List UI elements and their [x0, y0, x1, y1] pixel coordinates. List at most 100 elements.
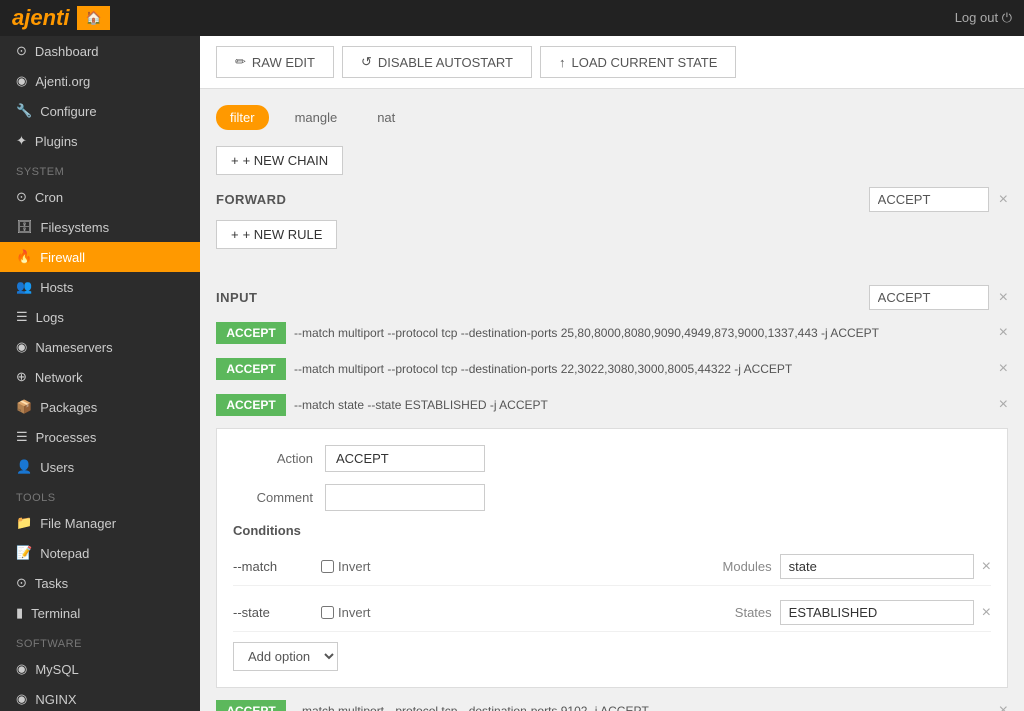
nameservers-icon: ◉ [16, 339, 27, 355]
brand: ajenti 🏠 [12, 5, 110, 31]
mysql-icon: ◉ [16, 661, 27, 677]
table-row: ACCEPT --match multiport --protocol tcp … [216, 354, 1008, 384]
sidebar-item-nginx[interactable]: ◉ NGINX [0, 684, 200, 711]
condition-match-right: Modules × [723, 554, 991, 579]
forward-chain-header: FORWARD × [216, 187, 1008, 212]
add-option-row: Add option [233, 642, 991, 671]
condition-match-name: --match [233, 559, 313, 574]
rule-action-badge[interactable]: ACCEPT [216, 322, 286, 344]
sidebar-item-label: Packages [40, 400, 97, 415]
sidebar-item-packages[interactable]: 📦 Packages [0, 392, 200, 422]
state-invert-checkbox[interactable] [321, 606, 334, 619]
raw-edit-button[interactable]: ✏ RAW EDIT [216, 46, 334, 78]
input-chain-close-icon[interactable]: × [999, 289, 1008, 307]
sidebar-item-file-manager[interactable]: 📁 File Manager [0, 508, 200, 538]
forward-chain-policy: × [869, 187, 1008, 212]
sidebar-item-label: Terminal [31, 606, 80, 621]
input-chain-policy: × [869, 285, 1008, 310]
sidebar-item-processes[interactable]: ☰ Processes [0, 422, 200, 452]
users-icon: 👤 [16, 459, 32, 475]
sidebar-item-label: Network [35, 370, 83, 385]
new-rule-button[interactable]: + + NEW RULE [216, 220, 337, 249]
firewall-icon: 🔥 [16, 249, 32, 265]
processes-icon: ☰ [16, 429, 28, 445]
rule-detail-panel: Action Comment Conditions --match Invert [216, 428, 1008, 688]
match-condition-close-icon[interactable]: × [982, 558, 991, 576]
match-invert-check: Invert [321, 559, 371, 574]
sidebar-item-dashboard[interactable]: ⊙ Dashboard [0, 36, 200, 66]
rule-action-badge[interactable]: ACCEPT [216, 358, 286, 380]
sidebar-item-cron[interactable]: ⊙ Cron [0, 182, 200, 212]
sidebar-item-logs[interactable]: ☰ Logs [0, 302, 200, 332]
input-policy-input[interactable] [869, 285, 989, 310]
sidebar-item-ajenti-org[interactable]: ◉ Ajenti.org [0, 66, 200, 96]
sidebar-item-label: Firewall [40, 250, 85, 265]
conditions-title: Conditions [233, 523, 991, 538]
sidebar-item-configure[interactable]: 🔧 Configure [0, 96, 200, 126]
sidebar-item-network[interactable]: ⊕ Network [0, 362, 200, 392]
packages-icon: 📦 [16, 399, 32, 415]
cron-icon: ⊙ [16, 189, 27, 205]
sidebar-item-users[interactable]: 👤 Users [0, 452, 200, 482]
content-area: filter mangle nat + + NEW CHAIN FORWARD [200, 89, 1024, 711]
forward-policy-input[interactable] [869, 187, 989, 212]
sidebar-item-label: Plugins [35, 134, 78, 149]
sidebar-item-mysql[interactable]: ◉ MySQL [0, 654, 200, 684]
rule-action-badge[interactable]: ACCEPT [216, 394, 286, 416]
new-chain-button[interactable]: + + NEW CHAIN [216, 146, 343, 175]
plus-icon: + [231, 153, 239, 168]
sidebar-item-nameservers[interactable]: ◉ Nameservers [0, 332, 200, 362]
nginx-icon: ◉ [16, 691, 27, 707]
sidebar-item-notepad[interactable]: 📝 Notepad [0, 538, 200, 568]
state-invert-check: Invert [321, 605, 371, 620]
logo: ajenti [12, 5, 69, 31]
table-row: ACCEPT --match multiport --protocol tcp … [216, 696, 1008, 711]
tasks-icon: ⊙ [16, 575, 27, 591]
rule-close-icon[interactable]: × [999, 396, 1008, 414]
tab-mangle[interactable]: mangle [281, 105, 352, 130]
topbar: ajenti 🏠 Log out ⏻ [0, 0, 1024, 36]
sidebar-item-label: Hosts [40, 280, 73, 295]
sidebar-item-plugins[interactable]: ✦ Plugins [0, 126, 200, 156]
configure-icon: 🔧 [16, 103, 32, 119]
state-condition-close-icon[interactable]: × [982, 604, 991, 622]
tab-nat[interactable]: nat [363, 105, 409, 130]
sidebar-item-label: Dashboard [35, 44, 99, 59]
sidebar-item-label: Nameservers [35, 340, 112, 355]
rule-close-icon[interactable]: × [999, 702, 1008, 711]
states-input[interactable] [780, 600, 974, 625]
modules-input[interactable] [780, 554, 974, 579]
rule-action-badge[interactable]: ACCEPT [216, 700, 286, 711]
comment-row: Comment [233, 484, 991, 511]
action-label: Action [233, 451, 313, 466]
sidebar-item-hosts[interactable]: 👥 Hosts [0, 272, 200, 302]
action-input[interactable] [325, 445, 485, 472]
add-option-select[interactable]: Add option [233, 642, 338, 671]
rule-close-icon[interactable]: × [999, 360, 1008, 378]
sidebar-item-label: Users [40, 460, 74, 475]
toolbar: ✏ RAW EDIT ↺ DISABLE AUTOSTART ↑ LOAD CU… [200, 36, 1024, 89]
match-invert-checkbox[interactable] [321, 560, 334, 573]
notepad-icon: 📝 [16, 545, 32, 561]
table-row: ACCEPT --match multiport --protocol tcp … [216, 318, 1008, 348]
comment-input[interactable] [325, 484, 485, 511]
disable-autostart-button[interactable]: ↺ DISABLE AUTOSTART [342, 46, 532, 78]
load-current-state-button[interactable]: ↑ LOAD CURRENT STATE [540, 46, 736, 78]
sidebar-item-tasks[interactable]: ⊙ Tasks [0, 568, 200, 598]
network-icon: ⊕ [16, 369, 27, 385]
ajenti-org-icon: ◉ [16, 73, 27, 89]
forward-chain-close-icon[interactable]: × [999, 191, 1008, 209]
modules-label: Modules [723, 559, 772, 574]
home-button[interactable]: 🏠 [77, 6, 109, 30]
tab-filter[interactable]: filter [216, 105, 269, 130]
forward-chain-title: FORWARD [216, 192, 286, 207]
sidebar-item-terminal[interactable]: ▮ Terminal [0, 598, 200, 628]
sidebar-item-filesystems[interactable]: 🗄 Filesystems [0, 212, 200, 242]
condition-state-name: --state [233, 605, 313, 620]
file-manager-icon: 📁 [16, 515, 32, 531]
sidebar: ⊙ Dashboard ◉ Ajenti.org 🔧 Configure ✦ P… [0, 36, 200, 711]
logout-button[interactable]: Log out ⏻ [955, 10, 1012, 26]
rule-close-icon[interactable]: × [999, 324, 1008, 342]
table-row: ACCEPT --match state --state ESTABLISHED… [216, 390, 1008, 420]
sidebar-item-firewall[interactable]: 🔥 Firewall [0, 242, 200, 272]
